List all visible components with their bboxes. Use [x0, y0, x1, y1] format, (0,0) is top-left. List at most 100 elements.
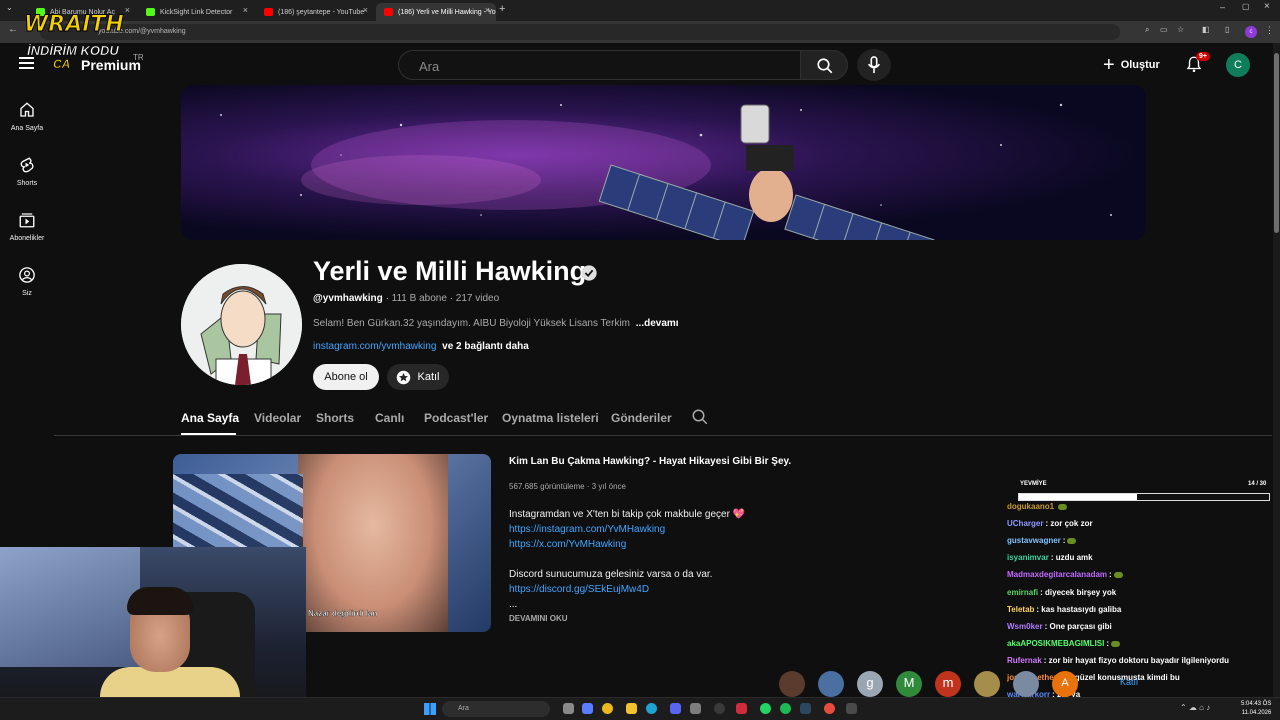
star-badge-icon	[397, 370, 411, 384]
sidebar-item-you[interactable]: Siz	[0, 266, 54, 297]
premium-label[interactable]: Premium	[81, 57, 141, 73]
read-more-button[interactable]: DEVAMINI OKU	[509, 614, 568, 623]
viewer-avatar[interactable]: M	[896, 671, 922, 697]
chat-username[interactable]: Rufernak	[1007, 656, 1042, 665]
subscribe-button[interactable]: Abone ol	[313, 364, 379, 390]
chat-username[interactable]: Wsm0ker	[1007, 622, 1043, 631]
browser-tab-3[interactable]: (186) şeytantepe - YouTube ×	[256, 3, 374, 21]
app-icon[interactable]	[846, 703, 857, 714]
tab-shorts[interactable]: Shorts	[316, 411, 354, 425]
sidebar-item-home[interactable]: Ana Sayfa	[0, 101, 54, 132]
taskbar-search-input[interactable]: Ara	[442, 701, 550, 717]
tab-live[interactable]: Canlı	[375, 411, 404, 425]
browser-menu-icon[interactable]: ⋮	[1265, 25, 1274, 36]
viewer-avatar[interactable]: g	[857, 671, 883, 697]
close-tab-icon[interactable]: ×	[243, 5, 248, 15]
featured-video-title[interactable]: Kim Lan Bu Çakma Hawking? - Hayat Hikaye…	[509, 456, 791, 467]
extensions-icon[interactable]: ◧	[1202, 25, 1210, 34]
steam-icon[interactable]	[800, 703, 811, 714]
tab-list-icon[interactable]: ⌄	[6, 3, 13, 12]
new-tab-icon[interactable]: +	[499, 3, 505, 15]
profile-avatar[interactable]: c	[1245, 26, 1257, 38]
minimize-icon[interactable]: –	[1220, 2, 1225, 12]
channel-search-icon[interactable]	[691, 408, 709, 426]
chat-emote-icon	[1058, 503, 1068, 510]
spotify-icon[interactable]	[780, 703, 791, 714]
chat-join-button[interactable]: Katıl	[1120, 677, 1138, 687]
tab-posts[interactable]: Gönderiler	[611, 411, 672, 425]
viewer-avatar[interactable]: m	[935, 671, 961, 697]
menu-hamburger-icon[interactable]	[19, 57, 34, 69]
tab-podcasts[interactable]: Podcast'ler	[424, 411, 488, 425]
notifications-button[interactable]: 9+	[1185, 52, 1210, 77]
chat-message: akaAPOSIKMEBAGIMLISI:	[1007, 639, 1121, 648]
close-window-icon[interactable]: ×	[1264, 1, 1270, 12]
taskbar-clock[interactable]: 5:04:43 ÖS 11.04.2026	[1241, 700, 1271, 718]
address-bar[interactable]: youtube.com/@yvmhawking	[40, 24, 1120, 40]
discord-link[interactable]: https://discord.gg/SEkEujMw4D	[509, 582, 745, 597]
obs-icon[interactable]	[714, 703, 725, 714]
windows-start-icon[interactable]	[424, 703, 436, 715]
close-tab-icon[interactable]: ×	[485, 5, 490, 15]
copilot-icon[interactable]	[582, 703, 593, 714]
viewer-avatar[interactable]: A	[1052, 671, 1078, 697]
tab-videos[interactable]: Videolar	[254, 411, 301, 425]
scrollbar-thumb[interactable]	[1274, 53, 1279, 233]
sidebar-item-subscriptions[interactable]: Abonelikler	[0, 211, 54, 242]
close-tab-icon[interactable]: ×	[363, 5, 368, 15]
search-button[interactable]	[800, 50, 848, 80]
goal-progress-bar	[1018, 493, 1270, 501]
clock-date: 11.04.2026	[1241, 710, 1272, 716]
chat-username[interactable]: gustavwagner	[1007, 536, 1061, 545]
bookmark-star-icon[interactable]: ☆	[1177, 25, 1184, 34]
browser-tab-2[interactable]: KickSight Link Detector ×	[138, 3, 254, 21]
app-red-icon[interactable]	[736, 703, 747, 714]
explorer-icon[interactable]	[626, 703, 637, 714]
browser-icon[interactable]	[824, 703, 835, 714]
discord-icon[interactable]	[670, 703, 681, 714]
chat-username[interactable]: Teletab	[1007, 605, 1034, 614]
viewer-avatar[interactable]	[974, 671, 1000, 697]
chat-message: Teletab: kas hastasıydı galiba	[1007, 605, 1121, 614]
chat-username[interactable]: dogukaano1	[1007, 502, 1054, 511]
chat-username[interactable]: UCharger	[1007, 519, 1043, 528]
chrome-icon[interactable]	[602, 703, 613, 714]
voice-search-button[interactable]	[857, 49, 891, 81]
taskview-icon[interactable]	[563, 703, 574, 714]
instagram-video-link[interactable]: https://instagram.com/YvMHawking	[509, 522, 745, 537]
photos-icon[interactable]	[690, 703, 701, 714]
more-links-label[interactable]: ve 2 bağlantı daha	[442, 341, 529, 352]
instagram-link[interactable]: instagram.com/yvmhawking	[313, 341, 436, 352]
x-video-link[interactable]: https://x.com/YvMHawking	[509, 537, 745, 552]
chat-message-text: : uzdu amk	[1050, 553, 1093, 563]
create-button[interactable]: + Oluştur	[1103, 54, 1160, 76]
zoom-icon[interactable]: ⌕	[1145, 25, 1149, 35]
chat-username[interactable]: emirnafi	[1007, 588, 1038, 597]
description-more-link[interactable]: ...devamı	[636, 318, 679, 329]
system-tray-icons[interactable]: ⌃ ☁ ⌂ ♪	[1180, 703, 1210, 712]
chat-username[interactable]: isyanimvar	[1007, 553, 1049, 562]
page-scrollbar[interactable]	[1273, 43, 1280, 697]
sidebar-panel-icon[interactable]: ▯	[1225, 25, 1229, 34]
tabs-divider	[54, 435, 1272, 436]
viewer-avatar[interactable]	[779, 671, 805, 697]
maximize-icon[interactable]: ▢	[1242, 2, 1250, 11]
sidebar-item-shorts[interactable]: Shorts	[0, 156, 54, 187]
account-avatar[interactable]: C	[1226, 53, 1250, 77]
viewer-avatar[interactable]	[1013, 671, 1039, 697]
edge-icon[interactable]	[646, 703, 657, 714]
cast-icon[interactable]: ▭	[1160, 25, 1168, 34]
tab-playlists[interactable]: Oynatma listeleri	[502, 411, 599, 425]
chat-username[interactable]: Madmaxdegitarcalanadam	[1007, 570, 1107, 579]
tab-home[interactable]: Ana Sayfa	[181, 411, 239, 425]
join-button[interactable]: Katıl	[387, 364, 449, 390]
close-tab-icon[interactable]: ×	[125, 5, 130, 15]
chat-username[interactable]: akaAPOSIKMEBAGIMLISI	[1007, 639, 1104, 648]
whatsapp-icon[interactable]	[760, 703, 771, 714]
browser-tab-4[interactable]: (186) Yerli ve Milli Hawking - Yo ×	[376, 3, 496, 21]
banner-satellite-image	[220, 103, 1112, 240]
channel-description[interactable]: Selam! Ben Gürkan.32 yaşındayım. AIBU Bi…	[313, 318, 679, 329]
back-icon[interactable]: ←	[8, 24, 18, 35]
viewer-avatar[interactable]	[818, 671, 844, 697]
search-input[interactable]: Ara	[398, 50, 800, 80]
